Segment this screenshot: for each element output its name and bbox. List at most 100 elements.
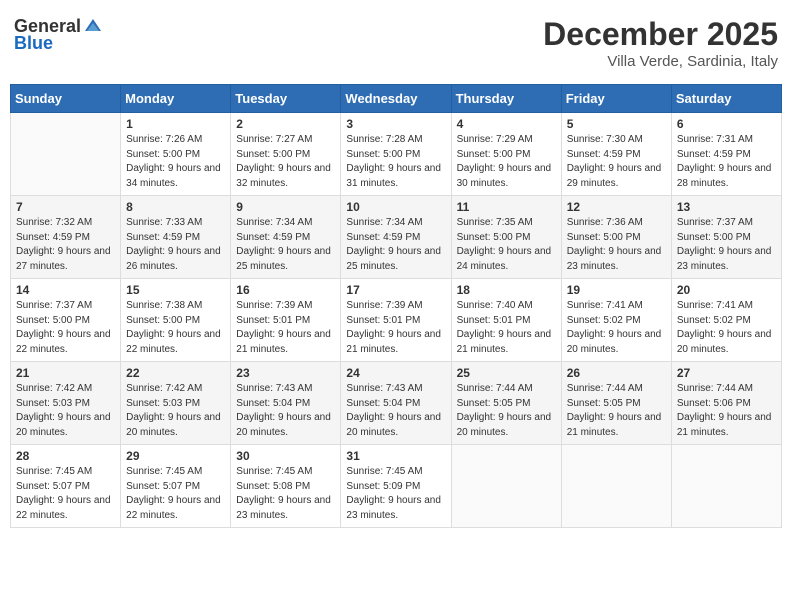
calendar-cell: 22 Sunrise: 7:42 AMSunset: 5:03 PMDayligh… xyxy=(121,362,231,445)
week-row-1: 1 Sunrise: 7:26 AMSunset: 5:00 PMDaylight… xyxy=(11,113,782,196)
day-number: 21 xyxy=(16,366,115,380)
day-number: 23 xyxy=(236,366,335,380)
calendar-cell: 30 Sunrise: 7:45 AMSunset: 5:08 PMDayligh… xyxy=(231,445,341,528)
calendar-cell: 6 Sunrise: 7:31 AMSunset: 4:59 PMDaylight… xyxy=(671,113,781,196)
header-day-wednesday: Wednesday xyxy=(341,85,451,113)
calendar-cell: 13 Sunrise: 7:37 AMSunset: 5:00 PMDayligh… xyxy=(671,196,781,279)
calendar-cell: 4 Sunrise: 7:29 AMSunset: 5:00 PMDaylight… xyxy=(451,113,561,196)
day-info: Sunrise: 7:40 AMSunset: 5:01 PMDaylight:… xyxy=(457,299,556,357)
day-number: 22 xyxy=(126,366,225,380)
day-info: Sunrise: 7:44 AMSunset: 5:05 PMDaylight:… xyxy=(567,382,666,440)
week-row-3: 14 Sunrise: 7:37 AMSunset: 5:00 PMDayligh… xyxy=(11,279,782,362)
day-info: Sunrise: 7:41 AMSunset: 5:02 PMDaylight:… xyxy=(677,299,776,357)
location: Villa Verde, Sardinia, Italy xyxy=(543,53,778,70)
day-number: 10 xyxy=(346,200,445,214)
month-title: December 2025 xyxy=(543,16,778,53)
day-number: 18 xyxy=(457,283,556,297)
day-number: 26 xyxy=(567,366,666,380)
day-info: Sunrise: 7:43 AMSunset: 5:04 PMDaylight:… xyxy=(346,382,445,440)
calendar-cell xyxy=(671,445,781,528)
day-info: Sunrise: 7:39 AMSunset: 5:01 PMDaylight:… xyxy=(236,299,335,357)
day-number: 3 xyxy=(346,117,445,131)
calendar-cell: 14 Sunrise: 7:37 AMSunset: 5:00 PMDayligh… xyxy=(11,279,121,362)
calendar-cell: 21Sunrise: 7:42 AMSunset: 5:03 PMDayligh… xyxy=(11,362,121,445)
calendar-cell: 31Sunrise: 7:45 AMSunset: 5:09 PMDayligh… xyxy=(341,445,451,528)
day-number: 11 xyxy=(457,200,556,214)
calendar-cell: 20 Sunrise: 7:41 AMSunset: 5:02 PMDayligh… xyxy=(671,279,781,362)
day-info: Sunrise: 7:38 AMSunset: 5:00 PMDaylight:… xyxy=(126,299,225,357)
title-section: December 2025 Villa Verde, Sardinia, Ita… xyxy=(543,16,778,70)
calendar-cell: 10 Sunrise: 7:34 AMSunset: 4:59 PMDayligh… xyxy=(341,196,451,279)
day-number: 1 xyxy=(126,117,225,131)
day-number: 14 xyxy=(16,283,115,297)
day-info: Sunrise: 7:26 AMSunset: 5:00 PMDaylight:… xyxy=(126,133,225,191)
day-info: Sunrise: 7:30 AMSunset: 4:59 PMDaylight:… xyxy=(567,133,666,191)
week-row-4: 21 Sunrise: 7:42 AMSunset: 5:03 PMDayligh… xyxy=(11,362,782,445)
day-number: 9 xyxy=(236,200,335,214)
calendar-cell: 23Sunrise: 7:43 AMSunset: 5:04 PMDayligh… xyxy=(231,362,341,445)
day-number: 6 xyxy=(677,117,776,131)
header-day-sunday: Sunday xyxy=(11,85,121,113)
logo: General Blue xyxy=(14,16,103,54)
day-info: Sunrise: 7:45 AMSunset: 5:07 PMDaylight:… xyxy=(16,465,115,523)
calendar-cell: 27 Sunrise: 7:44 AMSunset: 5:06 PMDayligh… xyxy=(671,362,781,445)
calendar-cell: 1 Sunrise: 7:26 AMSunset: 5:00 PMDaylight… xyxy=(121,113,231,196)
header-day-friday: Friday xyxy=(561,85,671,113)
calendar-header: SundayMondayTuesdayWednesdayThursdayFrid… xyxy=(11,85,782,113)
day-info: Sunrise: 7:34 AMSunset: 4:59 PMDaylight:… xyxy=(236,216,335,274)
day-info: Sunrise: 7:37 AMSunset: 5:00 PMDaylight:… xyxy=(677,216,776,274)
week-row-5: 28 Sunrise: 7:45 AMSunset: 5:07 PMDayligh… xyxy=(11,445,782,528)
calendar-cell: 15 Sunrise: 7:38 AMSunset: 5:00 PMDayligh… xyxy=(121,279,231,362)
day-number: 19 xyxy=(567,283,666,297)
calendar-cell: 8Sunrise: 7:33 AMSunset: 4:59 PMDaylight… xyxy=(121,196,231,279)
calendar-body: 1 Sunrise: 7:26 AMSunset: 5:00 PMDaylight… xyxy=(11,113,782,528)
day-number: 27 xyxy=(677,366,776,380)
day-info: Sunrise: 7:29 AMSunset: 5:00 PMDaylight:… xyxy=(457,133,556,191)
calendar-cell: 12Sunrise: 7:36 AMSunset: 5:00 PMDayligh… xyxy=(561,196,671,279)
calendar-cell xyxy=(451,445,561,528)
day-number: 25 xyxy=(457,366,556,380)
day-number: 7 xyxy=(16,200,115,214)
day-info: Sunrise: 7:32 AMSunset: 4:59 PMDaylight:… xyxy=(16,216,115,274)
calendar-cell: 29Sunrise: 7:45 AMSunset: 5:07 PMDayligh… xyxy=(121,445,231,528)
header-day-tuesday: Tuesday xyxy=(231,85,341,113)
calendar-cell: 17Sunrise: 7:39 AMSunset: 5:01 PMDayligh… xyxy=(341,279,451,362)
day-number: 5 xyxy=(567,117,666,131)
day-info: Sunrise: 7:27 AMSunset: 5:00 PMDaylight:… xyxy=(236,133,335,191)
day-number: 24 xyxy=(346,366,445,380)
calendar-cell: 19Sunrise: 7:41 AMSunset: 5:02 PMDayligh… xyxy=(561,279,671,362)
day-number: 15 xyxy=(126,283,225,297)
day-info: Sunrise: 7:42 AMSunset: 5:03 PMDaylight:… xyxy=(126,382,225,440)
calendar-cell: 18 Sunrise: 7:40 AMSunset: 5:01 PMDayligh… xyxy=(451,279,561,362)
day-number: 28 xyxy=(16,449,115,463)
week-row-2: 7 Sunrise: 7:32 AMSunset: 4:59 PMDaylight… xyxy=(11,196,782,279)
day-number: 20 xyxy=(677,283,776,297)
calendar-table: SundayMondayTuesdayWednesdayThursdayFrid… xyxy=(10,84,782,528)
logo-blue-text: Blue xyxy=(14,33,53,54)
header-row: SundayMondayTuesdayWednesdayThursdayFrid… xyxy=(11,85,782,113)
calendar-cell: 9 Sunrise: 7:34 AMSunset: 4:59 PMDaylight… xyxy=(231,196,341,279)
day-info: Sunrise: 7:37 AMSunset: 5:00 PMDaylight:… xyxy=(16,299,115,357)
day-info: Sunrise: 7:44 AMSunset: 5:06 PMDaylight:… xyxy=(677,382,776,440)
day-number: 30 xyxy=(236,449,335,463)
day-number: 13 xyxy=(677,200,776,214)
calendar-cell: 25Sunrise: 7:44 AMSunset: 5:05 PMDayligh… xyxy=(451,362,561,445)
day-info: Sunrise: 7:45 AMSunset: 5:07 PMDaylight:… xyxy=(126,465,225,523)
day-number: 4 xyxy=(457,117,556,131)
day-info: Sunrise: 7:34 AMSunset: 4:59 PMDaylight:… xyxy=(346,216,445,274)
calendar-cell: 7 Sunrise: 7:32 AMSunset: 4:59 PMDaylight… xyxy=(11,196,121,279)
calendar-cell: 3 Sunrise: 7:28 AMSunset: 5:00 PMDaylight… xyxy=(341,113,451,196)
calendar-cell: 5 Sunrise: 7:30 AMSunset: 4:59 PMDaylight… xyxy=(561,113,671,196)
day-info: Sunrise: 7:35 AMSunset: 5:00 PMDaylight:… xyxy=(457,216,556,274)
day-info: Sunrise: 7:45 AMSunset: 5:08 PMDaylight:… xyxy=(236,465,335,523)
calendar-cell: 28 Sunrise: 7:45 AMSunset: 5:07 PMDayligh… xyxy=(11,445,121,528)
day-number: 12 xyxy=(567,200,666,214)
calendar-cell: 26 Sunrise: 7:44 AMSunset: 5:05 PMDayligh… xyxy=(561,362,671,445)
logo-icon xyxy=(83,17,103,37)
calendar-cell: 16Sunrise: 7:39 AMSunset: 5:01 PMDayligh… xyxy=(231,279,341,362)
day-info: Sunrise: 7:28 AMSunset: 5:00 PMDaylight:… xyxy=(346,133,445,191)
calendar-cell: 24 Sunrise: 7:43 AMSunset: 5:04 PMDayligh… xyxy=(341,362,451,445)
calendar-cell xyxy=(11,113,121,196)
day-info: Sunrise: 7:39 AMSunset: 5:01 PMDaylight:… xyxy=(346,299,445,357)
day-info: Sunrise: 7:31 AMSunset: 4:59 PMDaylight:… xyxy=(677,133,776,191)
